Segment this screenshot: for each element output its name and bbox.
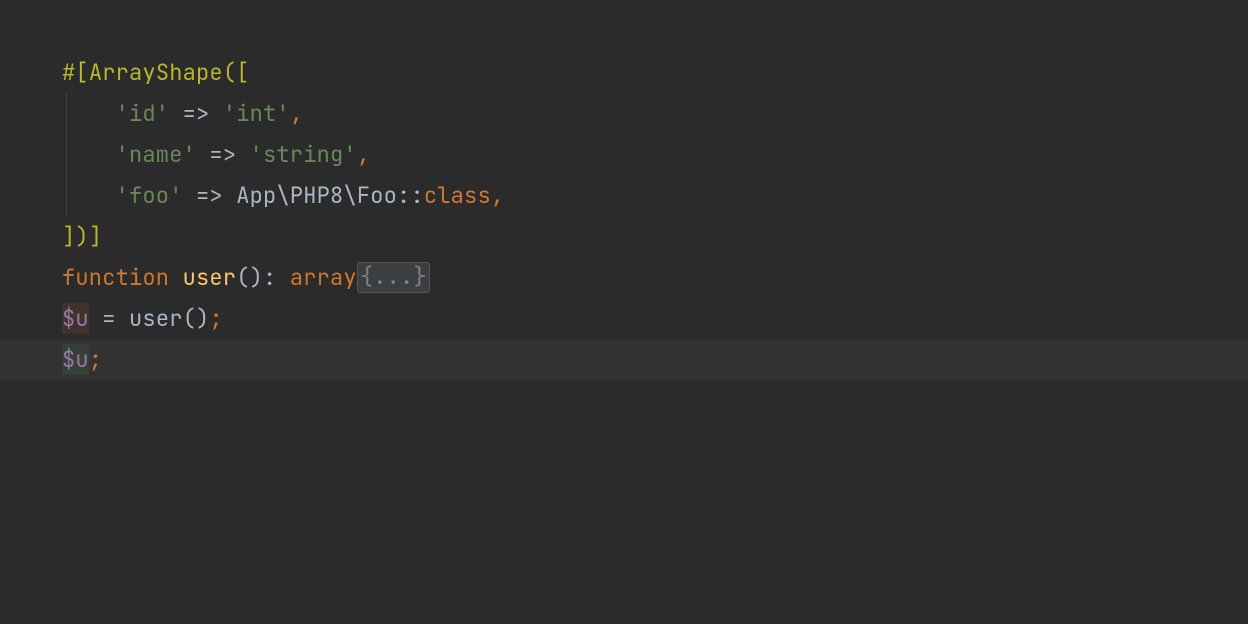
code-line[interactable]: ])] xyxy=(0,216,1248,257)
variable-name: u xyxy=(75,303,88,334)
comma: , xyxy=(357,140,370,169)
string-literal: 'string' xyxy=(250,140,357,169)
attribute-name: ArrayShape xyxy=(89,58,223,87)
string-literal: 'foo' xyxy=(116,181,183,210)
function-keyword: function xyxy=(62,263,183,292)
code-line-current[interactable]: $u; xyxy=(0,339,1248,380)
function-signature: (): xyxy=(236,263,290,292)
code-line[interactable]: 'id' => 'int', xyxy=(0,93,1248,134)
string-literal: 'int' xyxy=(223,99,290,128)
class-keyword: class xyxy=(424,181,491,210)
function-name: user xyxy=(183,263,237,292)
attribute-close: ])] xyxy=(62,222,102,251)
comma: , xyxy=(491,181,504,210)
code-fold-icon[interactable]: {...} xyxy=(357,262,430,293)
attribute-open: #[ xyxy=(62,58,89,87)
variable-sigil: $ xyxy=(62,303,75,334)
arrow-operator: => xyxy=(183,181,237,210)
code-line[interactable]: $u = user(); xyxy=(0,298,1248,339)
code-line[interactable]: 'name' => 'string', xyxy=(0,134,1248,175)
semicolon: ; xyxy=(209,304,222,333)
code-line[interactable]: #[ArrayShape([ xyxy=(0,52,1248,93)
comma: , xyxy=(290,99,303,128)
arrow-operator: => xyxy=(196,140,250,169)
variable-sigil: $ xyxy=(62,344,75,375)
arrow-operator: => xyxy=(169,99,223,128)
assignment-operator: = xyxy=(89,304,129,333)
semicolon: ; xyxy=(89,345,102,374)
string-literal: 'id' xyxy=(116,99,170,128)
code-line[interactable]: 'foo' => App\PHP8\Foo::class, xyxy=(0,175,1248,216)
class-reference: App\PHP8\Foo xyxy=(236,181,397,210)
string-literal: 'name' xyxy=(116,140,196,169)
function-call: user xyxy=(129,304,183,333)
double-colon: :: xyxy=(397,181,424,210)
variable-name: u xyxy=(75,344,88,375)
return-type: array xyxy=(290,263,357,292)
call-parens: () xyxy=(183,304,210,333)
code-editor[interactable]: #[ArrayShape([ 'id' => 'int', 'name' => … xyxy=(0,0,1248,380)
attribute-paren: ([ xyxy=(223,58,250,87)
code-line[interactable]: function user(): array{...} xyxy=(0,257,1248,298)
